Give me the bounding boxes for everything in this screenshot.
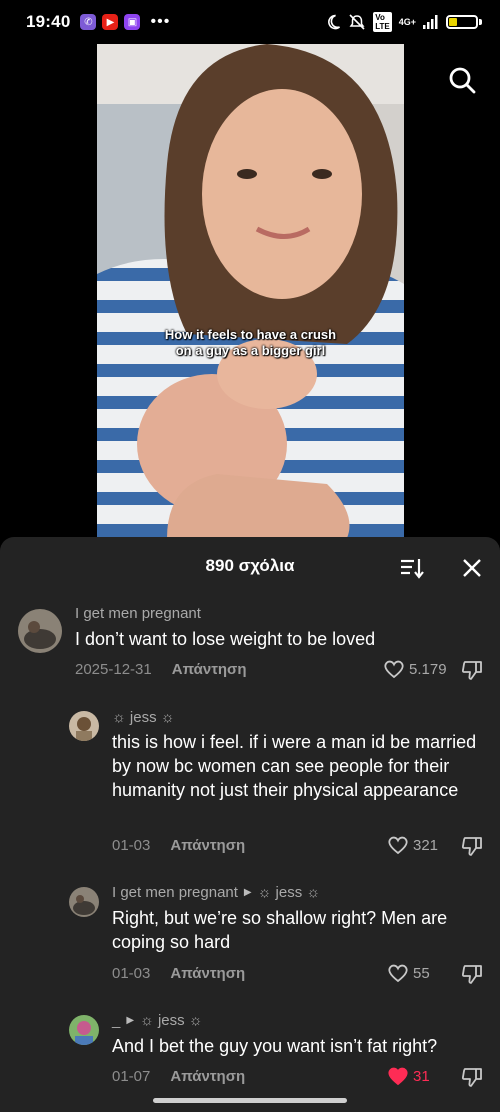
- comments-sheet: 890 σχόλια I get men pregnant I don’t wa…: [0, 537, 500, 1112]
- search-button[interactable]: [444, 62, 480, 98]
- comment-reply-item: ☼ jess ☼ this is how i feel. if i were a…: [0, 705, 500, 865]
- heart-filled-icon: [388, 1067, 408, 1086]
- avatar[interactable]: [69, 1015, 99, 1045]
- dislike-button[interactable]: [460, 834, 484, 858]
- thumbs-down-icon: [461, 1068, 482, 1087]
- comment-reply-item: I get men pregnant ▶ ☼ jess ☼ Right, but…: [0, 881, 500, 993]
- username-text: _: [112, 1012, 121, 1029]
- like-button[interactable]: 31: [387, 1066, 430, 1086]
- caption-line-1: How it feels to have a crush: [164, 327, 337, 342]
- like-count: 321: [413, 836, 439, 854]
- heart-icon: [384, 660, 404, 679]
- comment-reply-item: _ ▶ ☼ jess ☼ And I bet the guy you want …: [0, 1009, 500, 1109]
- youtube-icon: ▶: [102, 14, 119, 30]
- comment-date: 2025-12-31: [75, 661, 152, 678]
- like-count: 55: [413, 964, 430, 982]
- do-not-disturb-moon-icon: [328, 14, 341, 30]
- reply-to-username[interactable]: ☼ jess ☼: [258, 884, 321, 901]
- comment-date: 01-07: [112, 1068, 151, 1085]
- thumbs-down-icon: [461, 965, 482, 984]
- video-frame: [97, 44, 404, 538]
- thumbs-down-icon: [461, 837, 482, 856]
- more-notifications-icon: •••: [150, 13, 171, 30]
- thumbs-down-icon: [461, 661, 482, 680]
- network-type: 4G+: [398, 16, 416, 27]
- like-button[interactable]: 55: [387, 963, 430, 983]
- reply-button[interactable]: Απάντηση: [170, 965, 245, 982]
- sort-button[interactable]: [398, 554, 426, 582]
- comment-username[interactable]: ☼ jess ☼: [112, 709, 175, 726]
- like-count: 31: [413, 1067, 430, 1085]
- battery-percent: 30: [456, 17, 467, 27]
- heart-icon: [388, 964, 408, 983]
- comment-meta: 01-03 Απάντηση: [112, 965, 245, 982]
- dislike-button[interactable]: [460, 1065, 484, 1089]
- twitch-icon: ▣: [124, 14, 141, 30]
- comment-meta: 01-07 Απάντηση: [112, 1068, 245, 1085]
- home-indicator[interactable]: [153, 1098, 347, 1103]
- reply-button[interactable]: Απάντηση: [172, 661, 247, 678]
- close-comments-button[interactable]: [458, 554, 486, 582]
- reply-arrow-icon: ▶: [243, 887, 252, 898]
- comment-text: I don’t want to lose weight to be loved: [75, 629, 376, 649]
- comment-text: this is how i feel. if i were a man id b…: [112, 732, 477, 800]
- comment-username[interactable]: I get men pregnant ▶ ☼ jess ☼: [112, 884, 320, 901]
- reply-button[interactable]: Απάντηση: [170, 1068, 245, 1085]
- username-text: ☼ jess ☼: [112, 709, 175, 726]
- reply-to-username[interactable]: ☼ jess ☼: [140, 1012, 203, 1029]
- sort-icon: [401, 559, 424, 579]
- comment-meta: 2025-12-31 Απάντηση: [75, 661, 246, 678]
- comment-meta: 01-03 Απάντηση: [112, 837, 245, 854]
- comment-username[interactable]: I get men pregnant: [75, 605, 201, 622]
- like-button[interactable]: 321: [387, 835, 438, 855]
- username-text: I get men pregnant: [75, 605, 201, 622]
- comment-item: I get men pregnant I don’t want to lose …: [0, 601, 500, 685]
- silent-bell-icon: [349, 14, 365, 30]
- reply-button[interactable]: Απάντηση: [170, 837, 245, 854]
- dislike-button[interactable]: [460, 658, 484, 682]
- avatar[interactable]: [18, 609, 62, 653]
- battery-indicator: 30: [446, 15, 482, 29]
- dislike-button[interactable]: [460, 962, 484, 986]
- search-icon: [449, 67, 476, 94]
- avatar[interactable]: [69, 887, 99, 917]
- status-bar: 19:40 ✆ ▶ ▣ ••• Vo LTE 4G+ 30: [0, 0, 500, 44]
- signal-icon: [423, 15, 438, 29]
- caption-line-2: on a guy as a bigger girl: [175, 343, 326, 358]
- comment-text: And I bet the guy you want isn’t fat rig…: [112, 1036, 438, 1056]
- comments-header: 890 σχόλια: [0, 537, 500, 595]
- username-text: I get men pregnant: [112, 884, 238, 901]
- reply-arrow-icon: ▶: [126, 1015, 135, 1026]
- comment-username[interactable]: _ ▶ ☼ jess ☼: [112, 1012, 203, 1029]
- close-icon: [463, 559, 481, 577]
- comment-date: 01-03: [112, 837, 151, 854]
- volte-badge: Vo LTE: [373, 12, 392, 32]
- comment-text: Right, but we’re so shallow right? Men a…: [112, 908, 448, 952]
- video-player[interactable]: How it feels to have a crush on a guy as…: [97, 44, 404, 538]
- notification-icons: ✆ ▶ ▣ •••: [80, 13, 170, 31]
- like-button[interactable]: 5.179: [383, 659, 447, 679]
- status-time: 19:40: [26, 12, 71, 31]
- heart-icon: [388, 836, 408, 855]
- avatar[interactable]: [69, 711, 99, 741]
- video-caption: How it feels to have a crush on a guy as…: [97, 327, 404, 359]
- like-count: 5.179: [409, 660, 447, 678]
- viber-icon: ✆: [80, 14, 97, 30]
- comment-date: 01-03: [112, 965, 151, 982]
- comments-count-title: 890 σχόλια: [205, 556, 295, 575]
